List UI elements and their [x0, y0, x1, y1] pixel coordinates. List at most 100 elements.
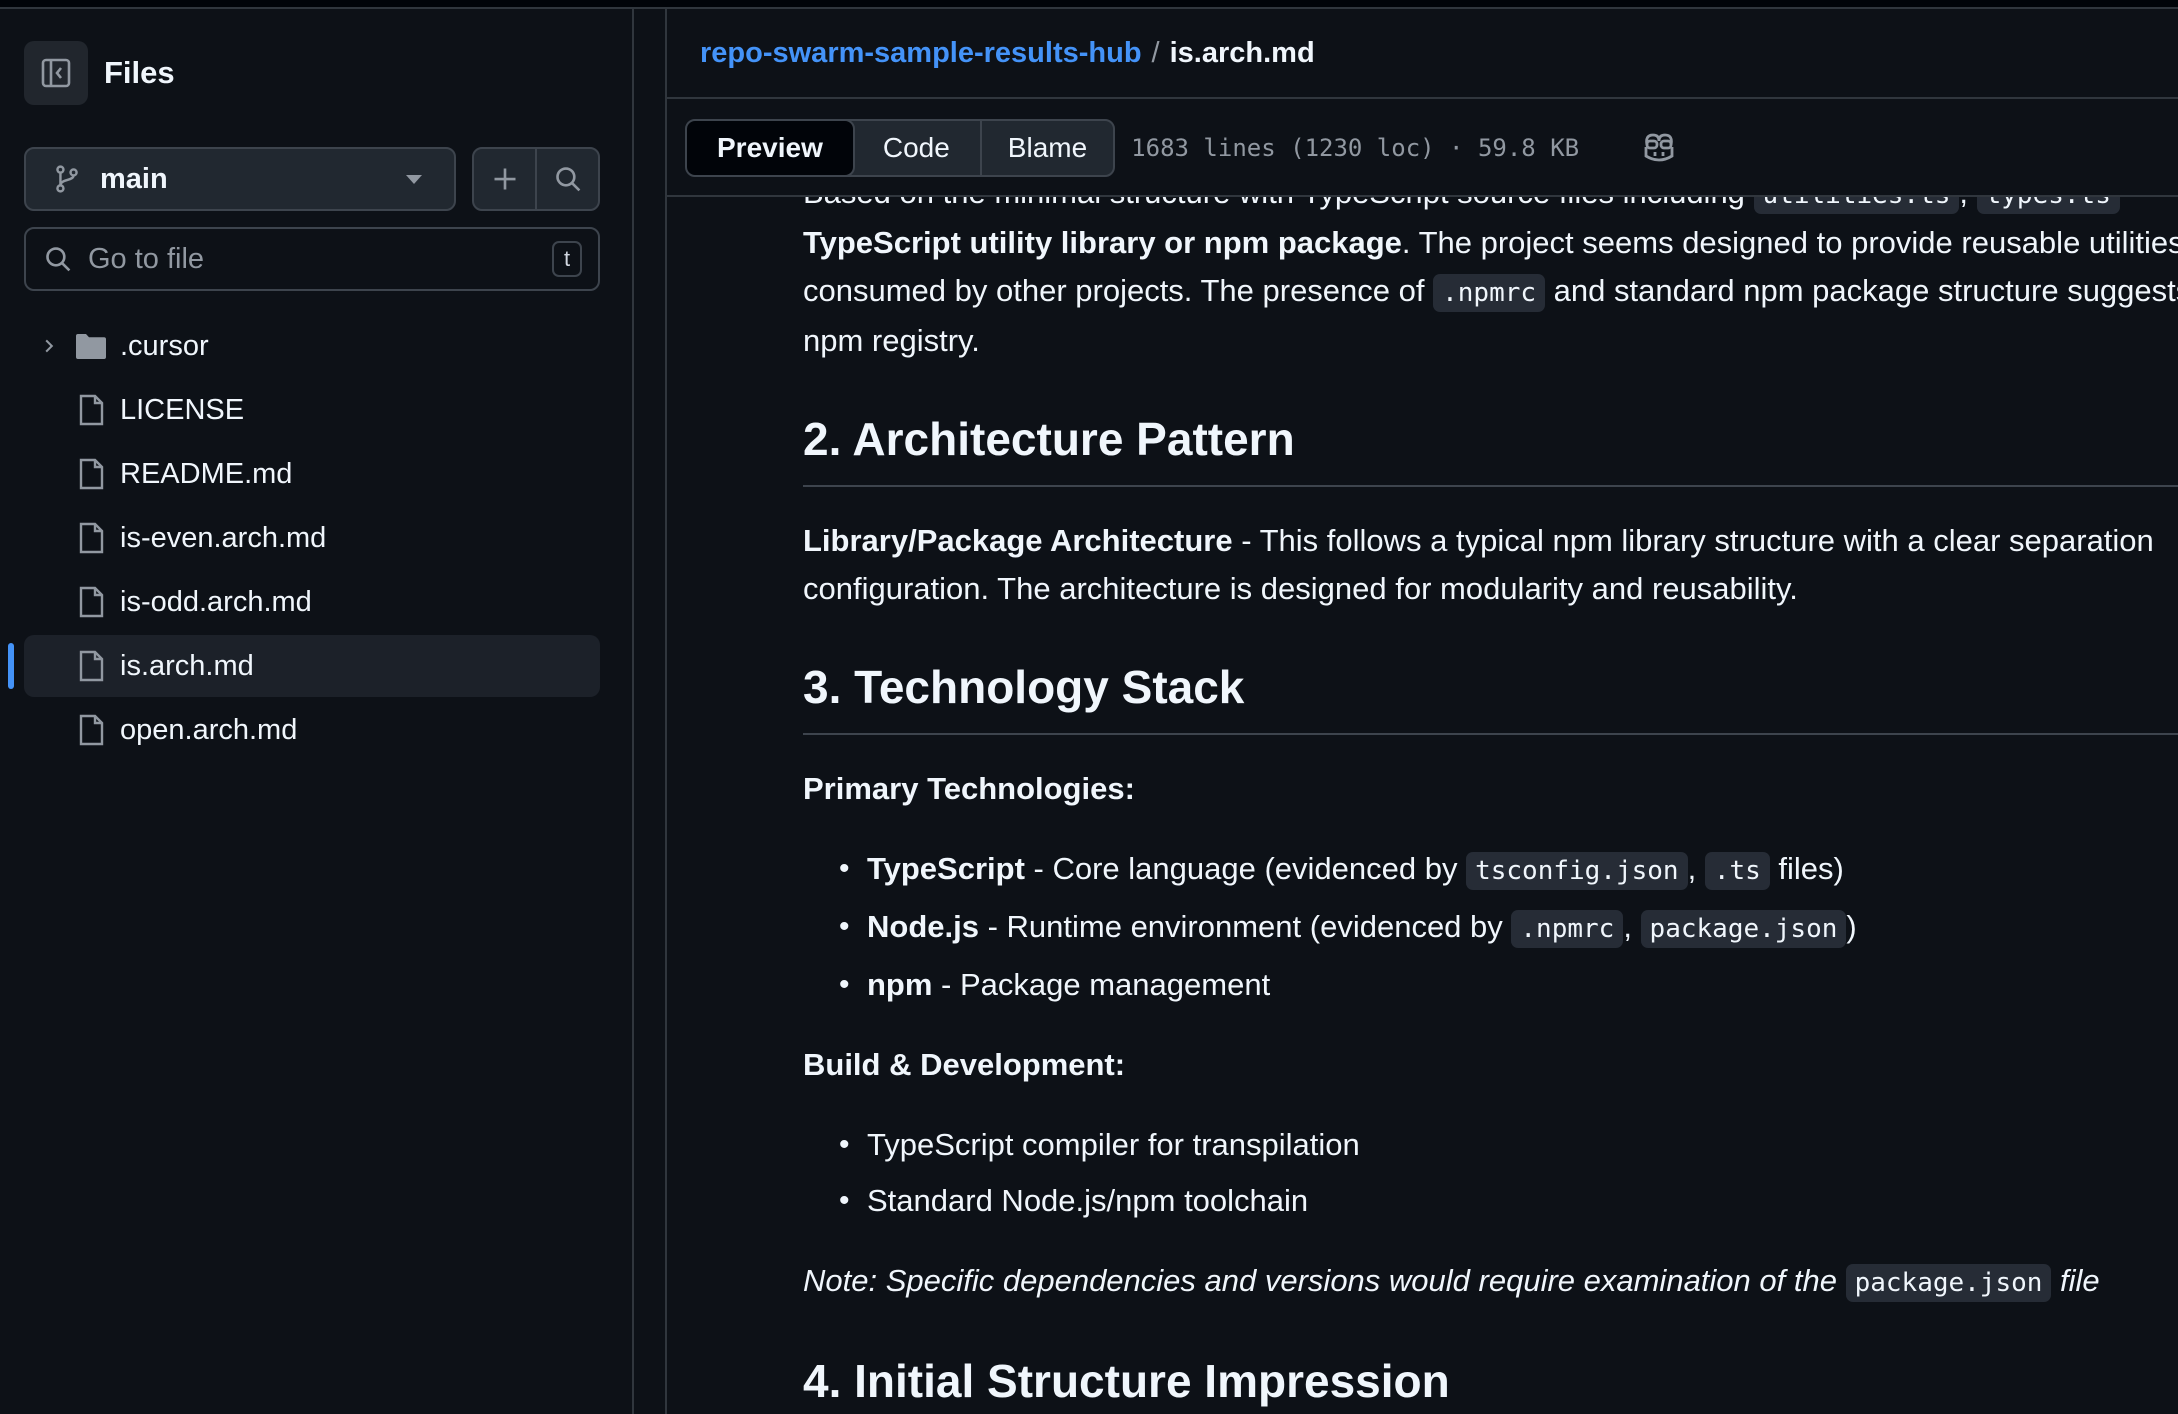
architecture-line-2: configuration. The architecture is desig… — [803, 571, 1798, 606]
breadcrumb-separator: / — [1151, 36, 1160, 69]
sidebar-title: Files — [104, 55, 175, 90]
tree-item-label: is-even.arch.md — [120, 521, 327, 554]
breadcrumb: repo-swarm-sample-results-hub / is.arch.… — [667, 9, 2178, 99]
git-branch-icon — [56, 165, 78, 193]
keyboard-shortcut-hint: t — [552, 241, 582, 277]
branch-selector[interactable]: main — [24, 147, 456, 211]
file-icon — [74, 649, 108, 683]
italic-text: Note: Specific dependencies and versions… — [803, 1263, 1846, 1298]
build-development-list: TypeScript compiler for transpilation St… — [839, 1121, 2178, 1225]
file-icon — [74, 585, 108, 619]
build-development-label: Build & Development: — [803, 1041, 2178, 1089]
search-icon — [555, 167, 580, 192]
tab-preview[interactable]: Preview — [687, 121, 855, 175]
intro-line-3: consumed by other projects. The presence… — [803, 267, 2178, 317]
intro-line-2: TypeScript utility library or npm packag… — [803, 219, 2178, 267]
folder-icon — [74, 329, 108, 363]
text: files) — [1769, 851, 1844, 886]
tree-item-label: .cursor — [120, 329, 209, 362]
file-info: 1683 lines (1230 loc) · 59.8 KB — [1131, 134, 1580, 162]
tree-item-readme[interactable]: README.md — [24, 443, 600, 505]
heading-initial-structure: 4. Initial Structure Impression — [803, 1351, 2178, 1414]
tab-code[interactable]: Code — [853, 121, 980, 175]
caret-down-icon — [406, 174, 422, 184]
heading-technology-stack: 3. Technology Stack — [803, 657, 2178, 735]
add-file-button[interactable] — [474, 149, 535, 209]
window-top-border — [0, 0, 2178, 9]
primary-technologies-label: Primary Technologies: — [803, 765, 2178, 813]
list-item: npm - Package management — [839, 961, 2178, 1009]
tree-item-is-arch-active[interactable]: is.arch.md — [8, 635, 600, 697]
text: , — [1687, 851, 1705, 886]
list-item: TypeScript - Core language (evidenced by… — [839, 845, 2178, 895]
chevron-right-icon[interactable] — [38, 335, 60, 357]
bold-text: Build & Development: — [803, 1047, 1126, 1082]
copilot-button[interactable] — [1639, 128, 1679, 168]
inline-code: package.json — [1845, 1264, 2052, 1302]
bold-text: npm — [867, 967, 933, 1002]
file-icon — [74, 457, 108, 491]
breadcrumb-repo-link[interactable]: repo-swarm-sample-results-hub — [700, 37, 1142, 70]
bold-text: Node.js — [867, 909, 979, 944]
tree-item-cursor-folder[interactable]: .cursor — [24, 315, 600, 377]
collapse-sidebar-button[interactable] — [24, 41, 88, 105]
list-item: Node.js - Runtime environment (evidenced… — [839, 903, 2178, 953]
tree-item-label: is-odd.arch.md — [120, 585, 312, 618]
text: and standard npm package structure sugge… — [1545, 273, 2178, 308]
bold-text: Library/Package Architecture — [803, 523, 1233, 558]
tree-item-open-arch[interactable]: open.arch.md — [24, 699, 600, 761]
text: consumed by other projects. The presence… — [803, 273, 1434, 308]
tab-blame[interactable]: Blame — [979, 121, 1113, 175]
tree-item-label: is.arch.md — [120, 649, 254, 682]
primary-technologies-list: TypeScript - Core language (evidenced by… — [839, 845, 2178, 1009]
inline-code: .ts — [1704, 852, 1770, 890]
tree-item-is-odd[interactable]: is-odd.arch.md — [24, 571, 600, 633]
intro-line-4: npm registry. — [803, 323, 980, 358]
go-to-file-input[interactable]: Go to file t — [24, 227, 600, 291]
plus-icon — [494, 168, 515, 190]
italic-text: file — [2051, 1263, 2100, 1298]
inline-code: package.json — [1640, 910, 1847, 948]
search-icon — [46, 247, 71, 272]
bold-text: TypeScript — [867, 851, 1025, 886]
active-indicator — [8, 643, 14, 689]
copilot-icon — [1644, 133, 1674, 162]
architecture-line-1: Library/Package Architecture - This foll… — [803, 517, 2178, 565]
resize-gutter[interactable] — [634, 9, 666, 1414]
text: - This follows a typical npm library str… — [1232, 523, 2154, 558]
file-toolbar: Preview Code Blame 1683 lines (1230 loc)… — [667, 101, 2178, 197]
file-viewer: repo-swarm-sample-results-hub / is.arch.… — [667, 9, 2178, 1414]
file-tree-sidebar: Files main Go to file t .cursor LICENSE … — [0, 9, 634, 1414]
text: ) — [1846, 909, 1857, 944]
text: - Core language (evidenced by — [1024, 851, 1467, 886]
note-paragraph: Note: Specific dependencies and versions… — [803, 1257, 2178, 1307]
inline-code: .npmrc — [1511, 910, 1624, 948]
breadcrumb-file-name: is.arch.md — [1169, 36, 1315, 69]
file-tree: .cursor LICENSE README.md is-even.arch.m… — [8, 315, 600, 763]
go-to-file-placeholder: Go to file — [88, 242, 205, 275]
tree-item-label: LICENSE — [120, 393, 245, 426]
list-item: TypeScript compiler for transpilation — [839, 1121, 2178, 1169]
branch-name: main — [100, 162, 168, 195]
view-mode-tabs: Preview Code Blame — [685, 119, 1116, 177]
inline-code: tsconfig.json — [1466, 852, 1688, 890]
inline-code: .npmrc — [1433, 274, 1546, 312]
bold-text: Primary Technologies: — [803, 771, 1135, 806]
file-icon — [74, 521, 108, 555]
text: - Package management — [932, 967, 1271, 1002]
tree-item-is-even[interactable]: is-even.arch.md — [24, 507, 600, 569]
text: . The project seems designed to provide … — [1401, 225, 2178, 260]
text: - Runtime environment (evidenced by — [978, 909, 1512, 944]
text: , — [1623, 909, 1641, 944]
search-files-button[interactable] — [535, 149, 598, 209]
file-icon — [74, 713, 108, 747]
sidebar-header: Files — [24, 41, 175, 105]
tree-item-label: README.md — [120, 457, 293, 490]
heading-architecture-pattern: 2. Architecture Pattern — [803, 409, 2178, 487]
sidebar-collapse-icon — [41, 58, 71, 88]
tree-item-label: open.arch.md — [120, 713, 298, 746]
bold-text: TypeScript utility library or npm packag… — [803, 225, 1402, 260]
tree-actions — [472, 147, 600, 211]
markdown-body: Based on the minimal structure with Type… — [803, 169, 2178, 1414]
tree-item-license[interactable]: LICENSE — [24, 379, 600, 441]
